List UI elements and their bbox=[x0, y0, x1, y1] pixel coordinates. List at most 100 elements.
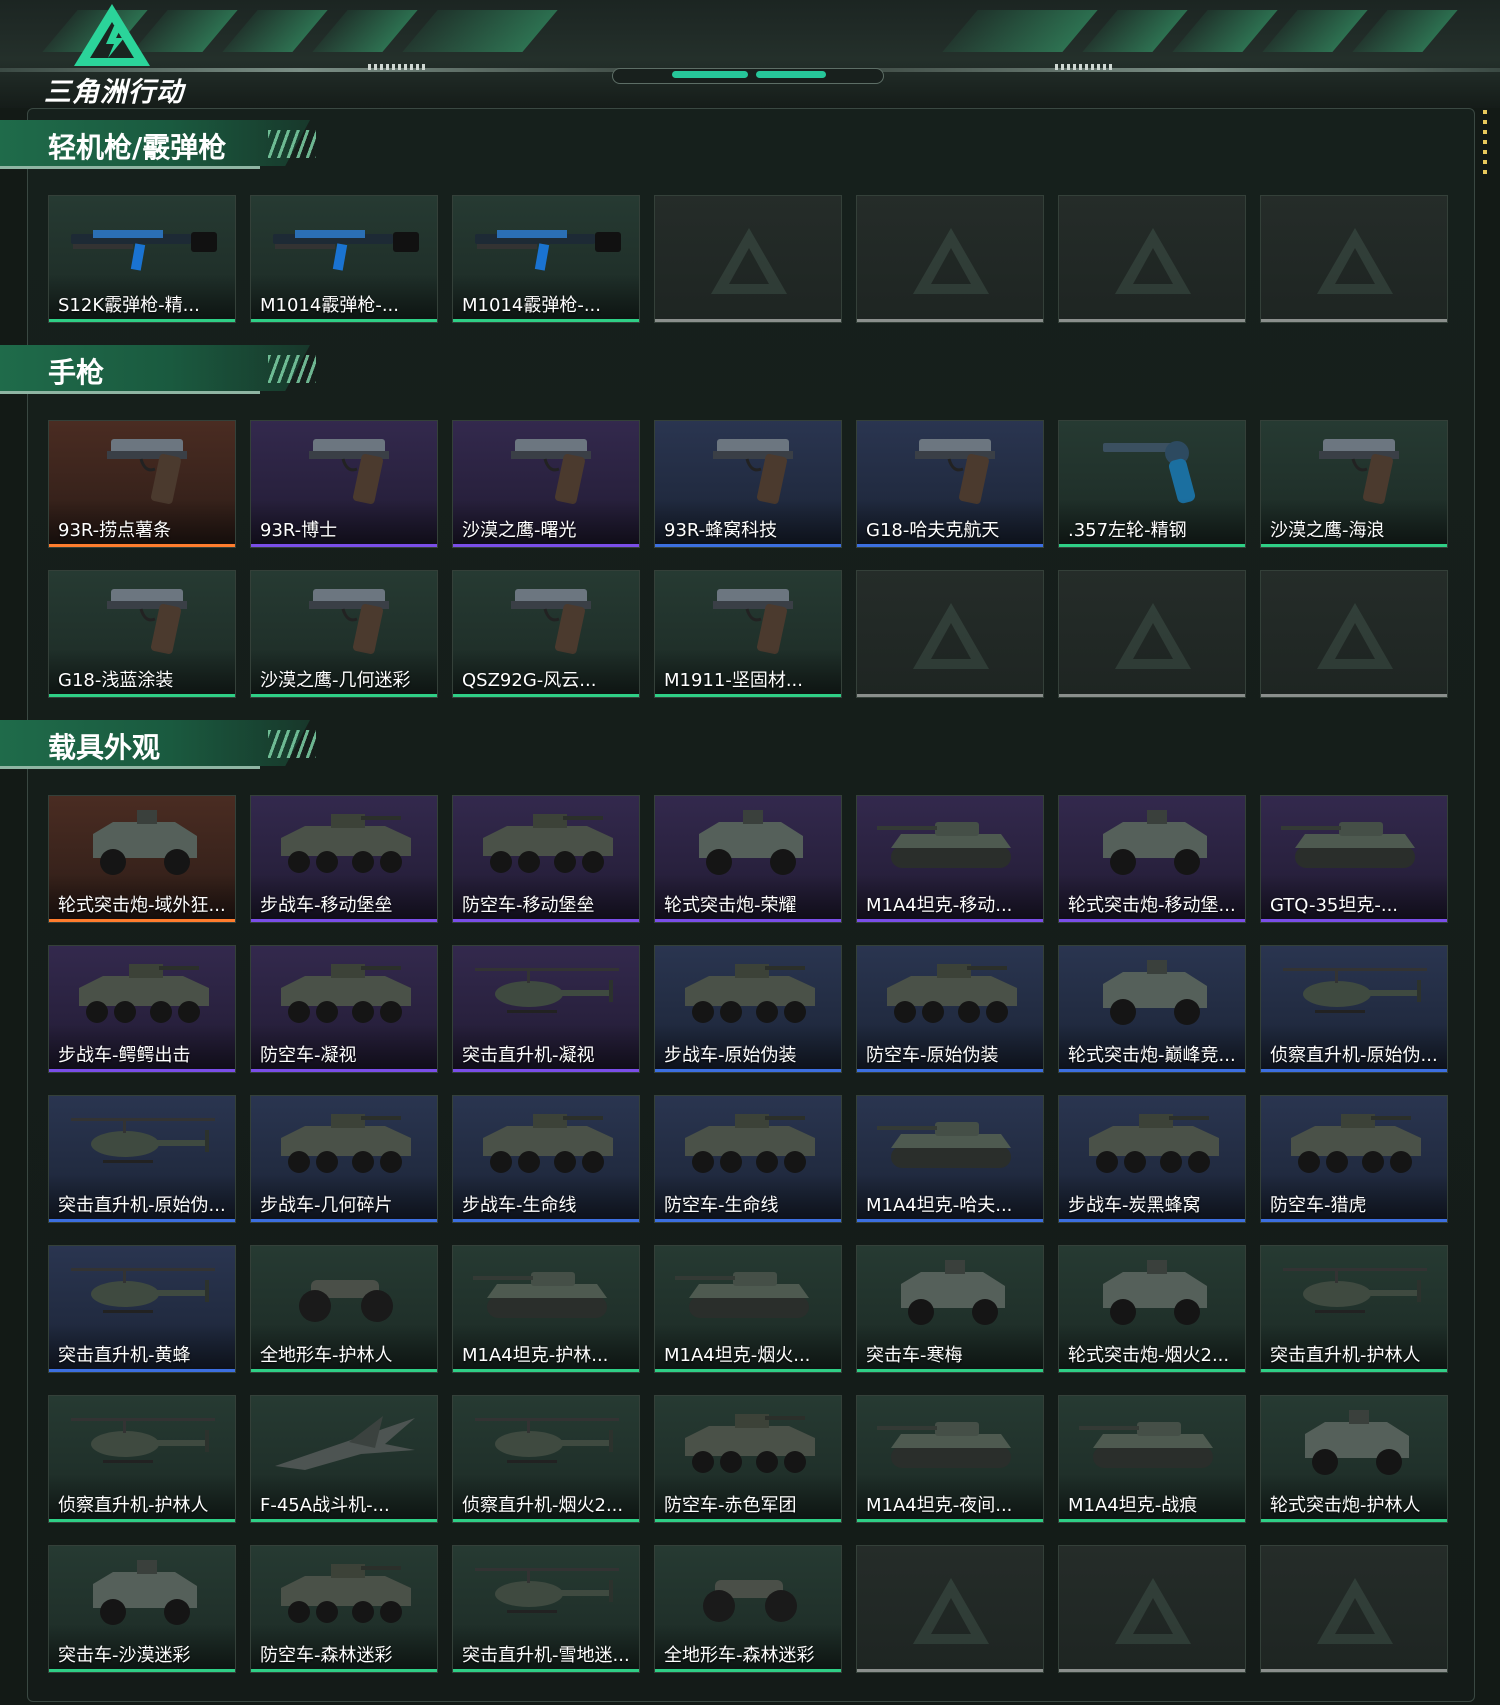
helicopter-icon bbox=[63, 1404, 223, 1482]
vehicle-skin-card[interactable]: 防空车-赤色军团 bbox=[654, 1395, 842, 1523]
placeholder-logo-icon bbox=[1317, 1578, 1393, 1644]
vehicle-skin-card[interactable]: 防空车-原始伪装 bbox=[856, 945, 1044, 1073]
item-name: M1A4坦克-烟火... bbox=[664, 1345, 811, 1366]
vehicle-skin-card[interactable]: 突击车-沙漠迷彩 bbox=[48, 1545, 236, 1673]
vehicle-skin-card[interactable]: 突击车-寒梅 bbox=[856, 1245, 1044, 1373]
vehicle-skin-card[interactable]: GTQ-35坦克-... bbox=[1260, 795, 1448, 923]
shotgun-skin-card[interactable]: M1014霰弹枪-... bbox=[250, 195, 438, 323]
vehicle-skin-card[interactable]: 轮式突击炮-荣耀 bbox=[654, 795, 842, 923]
shotgun-skin-grid: S12K霰弹枪-精... M1014霰弹枪-... M1014霰弹枪-... bbox=[48, 195, 1448, 323]
item-name: 轮式突击炮-护林人 bbox=[1270, 1495, 1421, 1516]
pistol-icon bbox=[63, 429, 223, 507]
vehicle-skin-card[interactable]: F-45A战斗机-... bbox=[250, 1395, 438, 1523]
vehicle-skin-card[interactable]: 突击直升机-凝视 bbox=[452, 945, 640, 1073]
quality-bar bbox=[251, 1069, 437, 1072]
vehicle-skin-card[interactable]: 突击直升机-雪地迷... bbox=[452, 1545, 640, 1673]
vehicle-skin-card[interactable]: 突击直升机-黄蜂 bbox=[48, 1245, 236, 1373]
quality-bar bbox=[655, 1369, 841, 1372]
quality-bar bbox=[1261, 319, 1447, 322]
vehicle-skin-card[interactable]: 防空车-凝视 bbox=[250, 945, 438, 1073]
pistol-skin-card[interactable]: G18-哈夫克航天 bbox=[856, 420, 1044, 548]
pistol-skin-card[interactable]: M1911-坚固材... bbox=[654, 570, 842, 698]
vehicle-skin-card[interactable]: 轮式突击炮-移动堡... bbox=[1058, 795, 1246, 923]
vehicle-skin-card[interactable]: 步战车-炭黑蜂窝 bbox=[1058, 1095, 1246, 1223]
pistol-icon bbox=[669, 579, 829, 657]
vehicle-skin-card[interactable]: M1A4坦克-护林... bbox=[452, 1245, 640, 1373]
shotgun-skin-card[interactable]: S12K霰弹枪-精... bbox=[48, 195, 236, 323]
vehicle-skin-card[interactable]: 侦察直升机-护林人 bbox=[48, 1395, 236, 1523]
vehicle-skin-card[interactable]: 突击直升机-护林人 bbox=[1260, 1245, 1448, 1373]
item-name: 防空车-猎虎 bbox=[1270, 1195, 1367, 1216]
vehicle-skin-card[interactable]: 防空车-森林迷彩 bbox=[250, 1545, 438, 1673]
wheeled-vehicle-icon bbox=[1275, 1404, 1435, 1482]
vehicle-skin-card[interactable]: 步战车-移动堡垒 bbox=[250, 795, 438, 923]
vehicle-skin-card[interactable]: 防空车-移动堡垒 bbox=[452, 795, 640, 923]
quality-bar bbox=[251, 1669, 437, 1672]
vehicle-skin-card[interactable]: 轮式突击炮-护林人 bbox=[1260, 1395, 1448, 1523]
vehicle-skin-card[interactable]: 侦察直升机-原始伪... bbox=[1260, 945, 1448, 1073]
vehicle-skin-card[interactable]: 轮式突击炮-巅峰竞... bbox=[1058, 945, 1246, 1073]
vehicle-skin-card[interactable]: 防空车-生命线 bbox=[654, 1095, 842, 1223]
pistol-skin-card[interactable]: .357左轮-精钢 bbox=[1058, 420, 1246, 548]
vehicle-skin-card[interactable]: 侦察直升机-烟火2... bbox=[452, 1395, 640, 1523]
vehicle-skin-card[interactable]: 步战车-生命线 bbox=[452, 1095, 640, 1223]
empty-slot-card bbox=[856, 1545, 1044, 1673]
quality-bar bbox=[1059, 694, 1245, 697]
app-logo-text: 三角洲行动 bbox=[44, 77, 184, 108]
pistol-skin-card[interactable]: 沙漠之鹰-海浪 bbox=[1260, 420, 1448, 548]
pistol-skin-card[interactable]: 沙漠之鹰-几何迷彩 bbox=[250, 570, 438, 698]
pistol-skin-card[interactable]: 93R-蜂窝科技 bbox=[654, 420, 842, 548]
quality-bar bbox=[1059, 544, 1245, 547]
vehicle-skin-card[interactable]: 突击直升机-原始伪... bbox=[48, 1095, 236, 1223]
vehicle-skin-card[interactable]: M1A4坦克-移动... bbox=[856, 795, 1044, 923]
ifv-icon bbox=[467, 804, 627, 882]
pistol-icon bbox=[669, 429, 829, 507]
vehicle-skin-card[interactable]: 步战车-几何碎片 bbox=[250, 1095, 438, 1223]
wheeled-vehicle-icon bbox=[871, 1254, 1031, 1332]
ifv-icon bbox=[265, 804, 425, 882]
scrollbar[interactable] bbox=[1483, 110, 1487, 180]
item-name: M1A4坦克-移动... bbox=[866, 895, 1013, 916]
quality-bar bbox=[49, 919, 235, 922]
item-name: 侦察直升机-烟火2... bbox=[462, 1495, 624, 1516]
helicopter-icon bbox=[63, 1104, 223, 1182]
quality-bar bbox=[1261, 919, 1447, 922]
vehicle-skin-card[interactable]: 轮式突击炮-烟火2... bbox=[1058, 1245, 1246, 1373]
item-name: M1A4坦克-护林... bbox=[462, 1345, 609, 1366]
vehicle-skin-card[interactable]: M1A4坦克-烟火... bbox=[654, 1245, 842, 1373]
pistol-skin-card[interactable]: G18-浅蓝涂装 bbox=[48, 570, 236, 698]
item-name: M1A4坦克-战痕 bbox=[1068, 1495, 1198, 1516]
tank-icon bbox=[467, 1254, 627, 1332]
quality-bar bbox=[453, 1519, 639, 1522]
item-name: G18-浅蓝涂装 bbox=[58, 670, 174, 691]
quality-bar bbox=[1059, 1369, 1245, 1372]
vehicle-skin-card[interactable]: 步战车-鳄鳄出击 bbox=[48, 945, 236, 1073]
pistol-skin-card[interactable]: 93R-捞点薯条 bbox=[48, 420, 236, 548]
vehicle-skin-card[interactable]: 轮式突击炮-域外狂... bbox=[48, 795, 236, 923]
item-name: 沙漠之鹰-海浪 bbox=[1270, 520, 1385, 541]
vehicle-skin-card[interactable]: M1A4坦克-战痕 bbox=[1058, 1395, 1246, 1523]
header-ornament bbox=[612, 68, 884, 84]
pistol-skin-card[interactable]: QSZ92G-风云... bbox=[452, 570, 640, 698]
vehicle-skin-card[interactable]: M1A4坦克-夜间... bbox=[856, 1395, 1044, 1523]
item-name: 沙漠之鹰-几何迷彩 bbox=[260, 670, 411, 691]
quality-bar bbox=[251, 544, 437, 547]
vehicle-skin-card[interactable]: M1A4坦克-哈夫... bbox=[856, 1095, 1044, 1223]
jet-icon bbox=[265, 1404, 425, 1482]
placeholder-logo-icon bbox=[1115, 603, 1191, 669]
vehicle-skin-card[interactable]: 全地形车-森林迷彩 bbox=[654, 1545, 842, 1673]
ifv-icon bbox=[1275, 1104, 1435, 1182]
vehicle-skin-card[interactable]: 步战车-原始伪装 bbox=[654, 945, 842, 1073]
quality-bar bbox=[49, 1219, 235, 1222]
helicopter-icon bbox=[467, 954, 627, 1032]
quality-bar bbox=[1261, 544, 1447, 547]
pistol-skin-card[interactable]: 93R-博士 bbox=[250, 420, 438, 548]
pistol-skin-card[interactable]: 沙漠之鹰-曙光 bbox=[452, 420, 640, 548]
placeholder-logo-icon bbox=[1317, 603, 1393, 669]
vehicle-skin-card[interactable]: 全地形车-护林人 bbox=[250, 1245, 438, 1373]
quality-bar bbox=[453, 919, 639, 922]
shotgun-skin-card[interactable]: M1014霰弹枪-... bbox=[452, 195, 640, 323]
empty-slot-card bbox=[1058, 195, 1246, 323]
vehicle-skin-card[interactable]: 防空车-猎虎 bbox=[1260, 1095, 1448, 1223]
quality-bar bbox=[49, 1519, 235, 1522]
